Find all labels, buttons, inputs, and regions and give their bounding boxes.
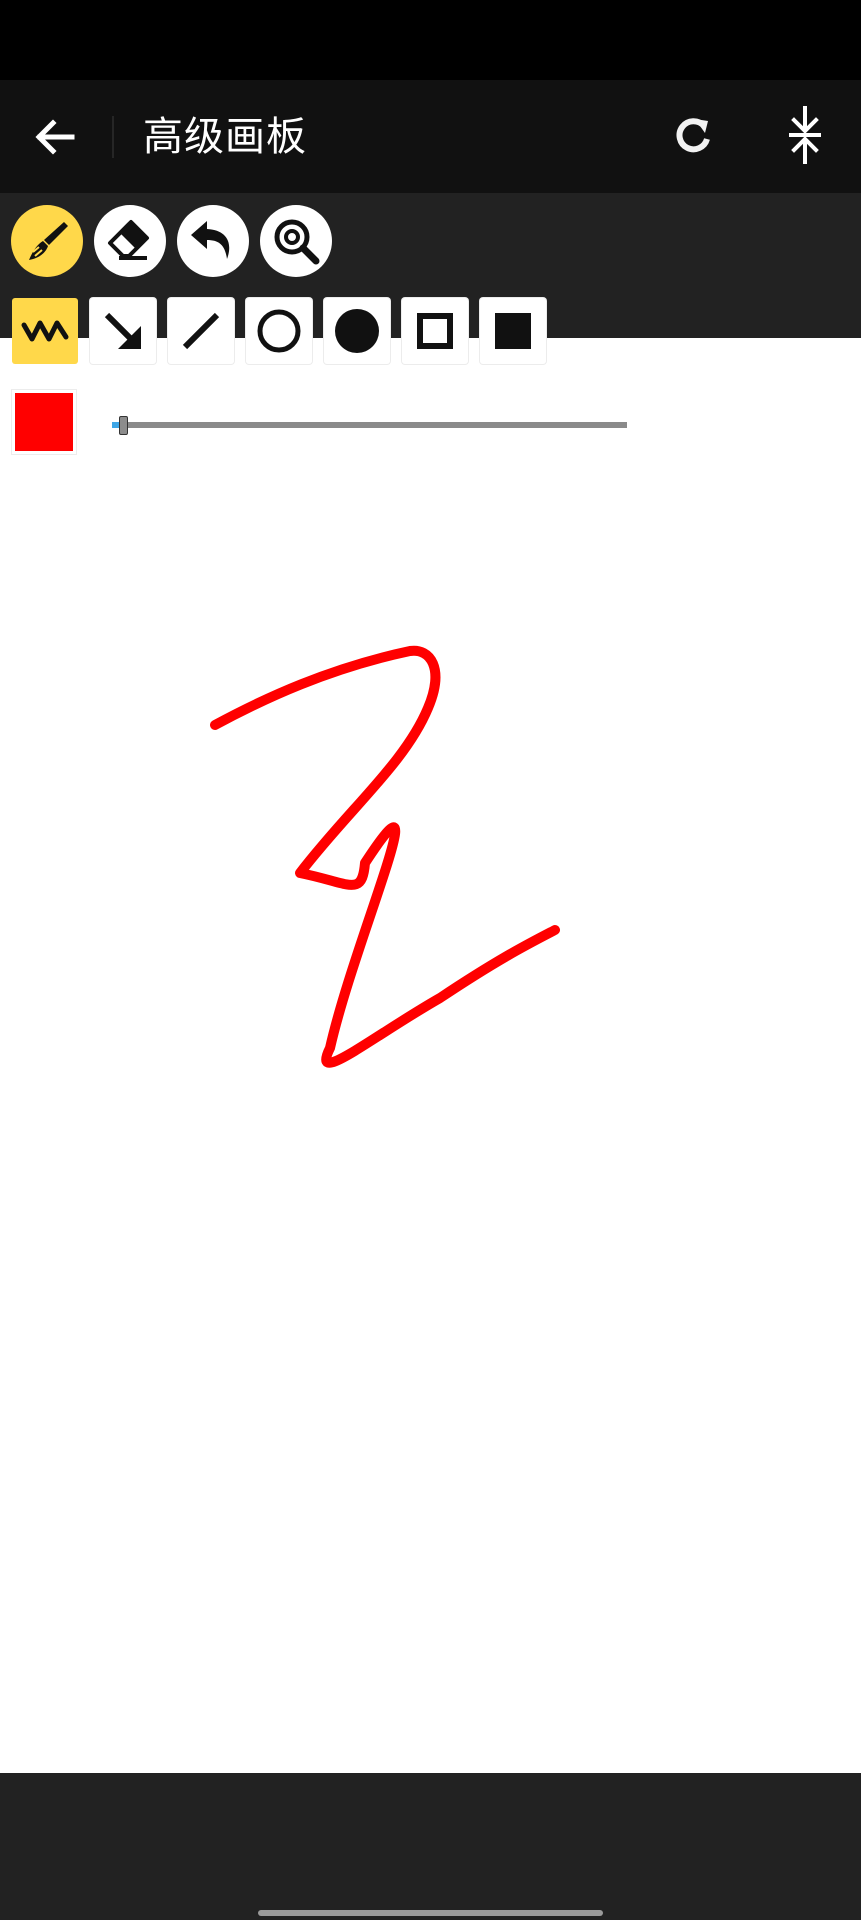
- zoom-icon: [274, 219, 320, 265]
- collapse-arrows-icon: [789, 106, 821, 164]
- bottom-panel: [0, 1773, 861, 1920]
- drawing-canvas[interactable]: [0, 338, 861, 1773]
- zoom-button[interactable]: [260, 205, 332, 277]
- eraser-tool-button[interactable]: [94, 205, 166, 277]
- app-bar: 高级画板: [0, 80, 861, 193]
- status-bar: [0, 0, 861, 80]
- eraser-icon: [108, 220, 149, 260]
- refresh-button[interactable]: [660, 102, 726, 168]
- collapse-toolbar-button[interactable]: [772, 100, 838, 170]
- undo-icon: [191, 221, 230, 259]
- undo-button[interactable]: [177, 205, 249, 277]
- drawn-stroke: [210, 645, 560, 1068]
- page-title: 高级画板: [143, 114, 307, 160]
- back-arrow-icon: [35, 119, 75, 155]
- back-button[interactable]: [22, 104, 88, 170]
- brush-tool-button[interactable]: [11, 205, 83, 277]
- brush-icon: [29, 222, 68, 260]
- app-bar-divider: [112, 116, 114, 158]
- refresh-icon: [676, 118, 710, 153]
- home-indicator[interactable]: [258, 1910, 603, 1916]
